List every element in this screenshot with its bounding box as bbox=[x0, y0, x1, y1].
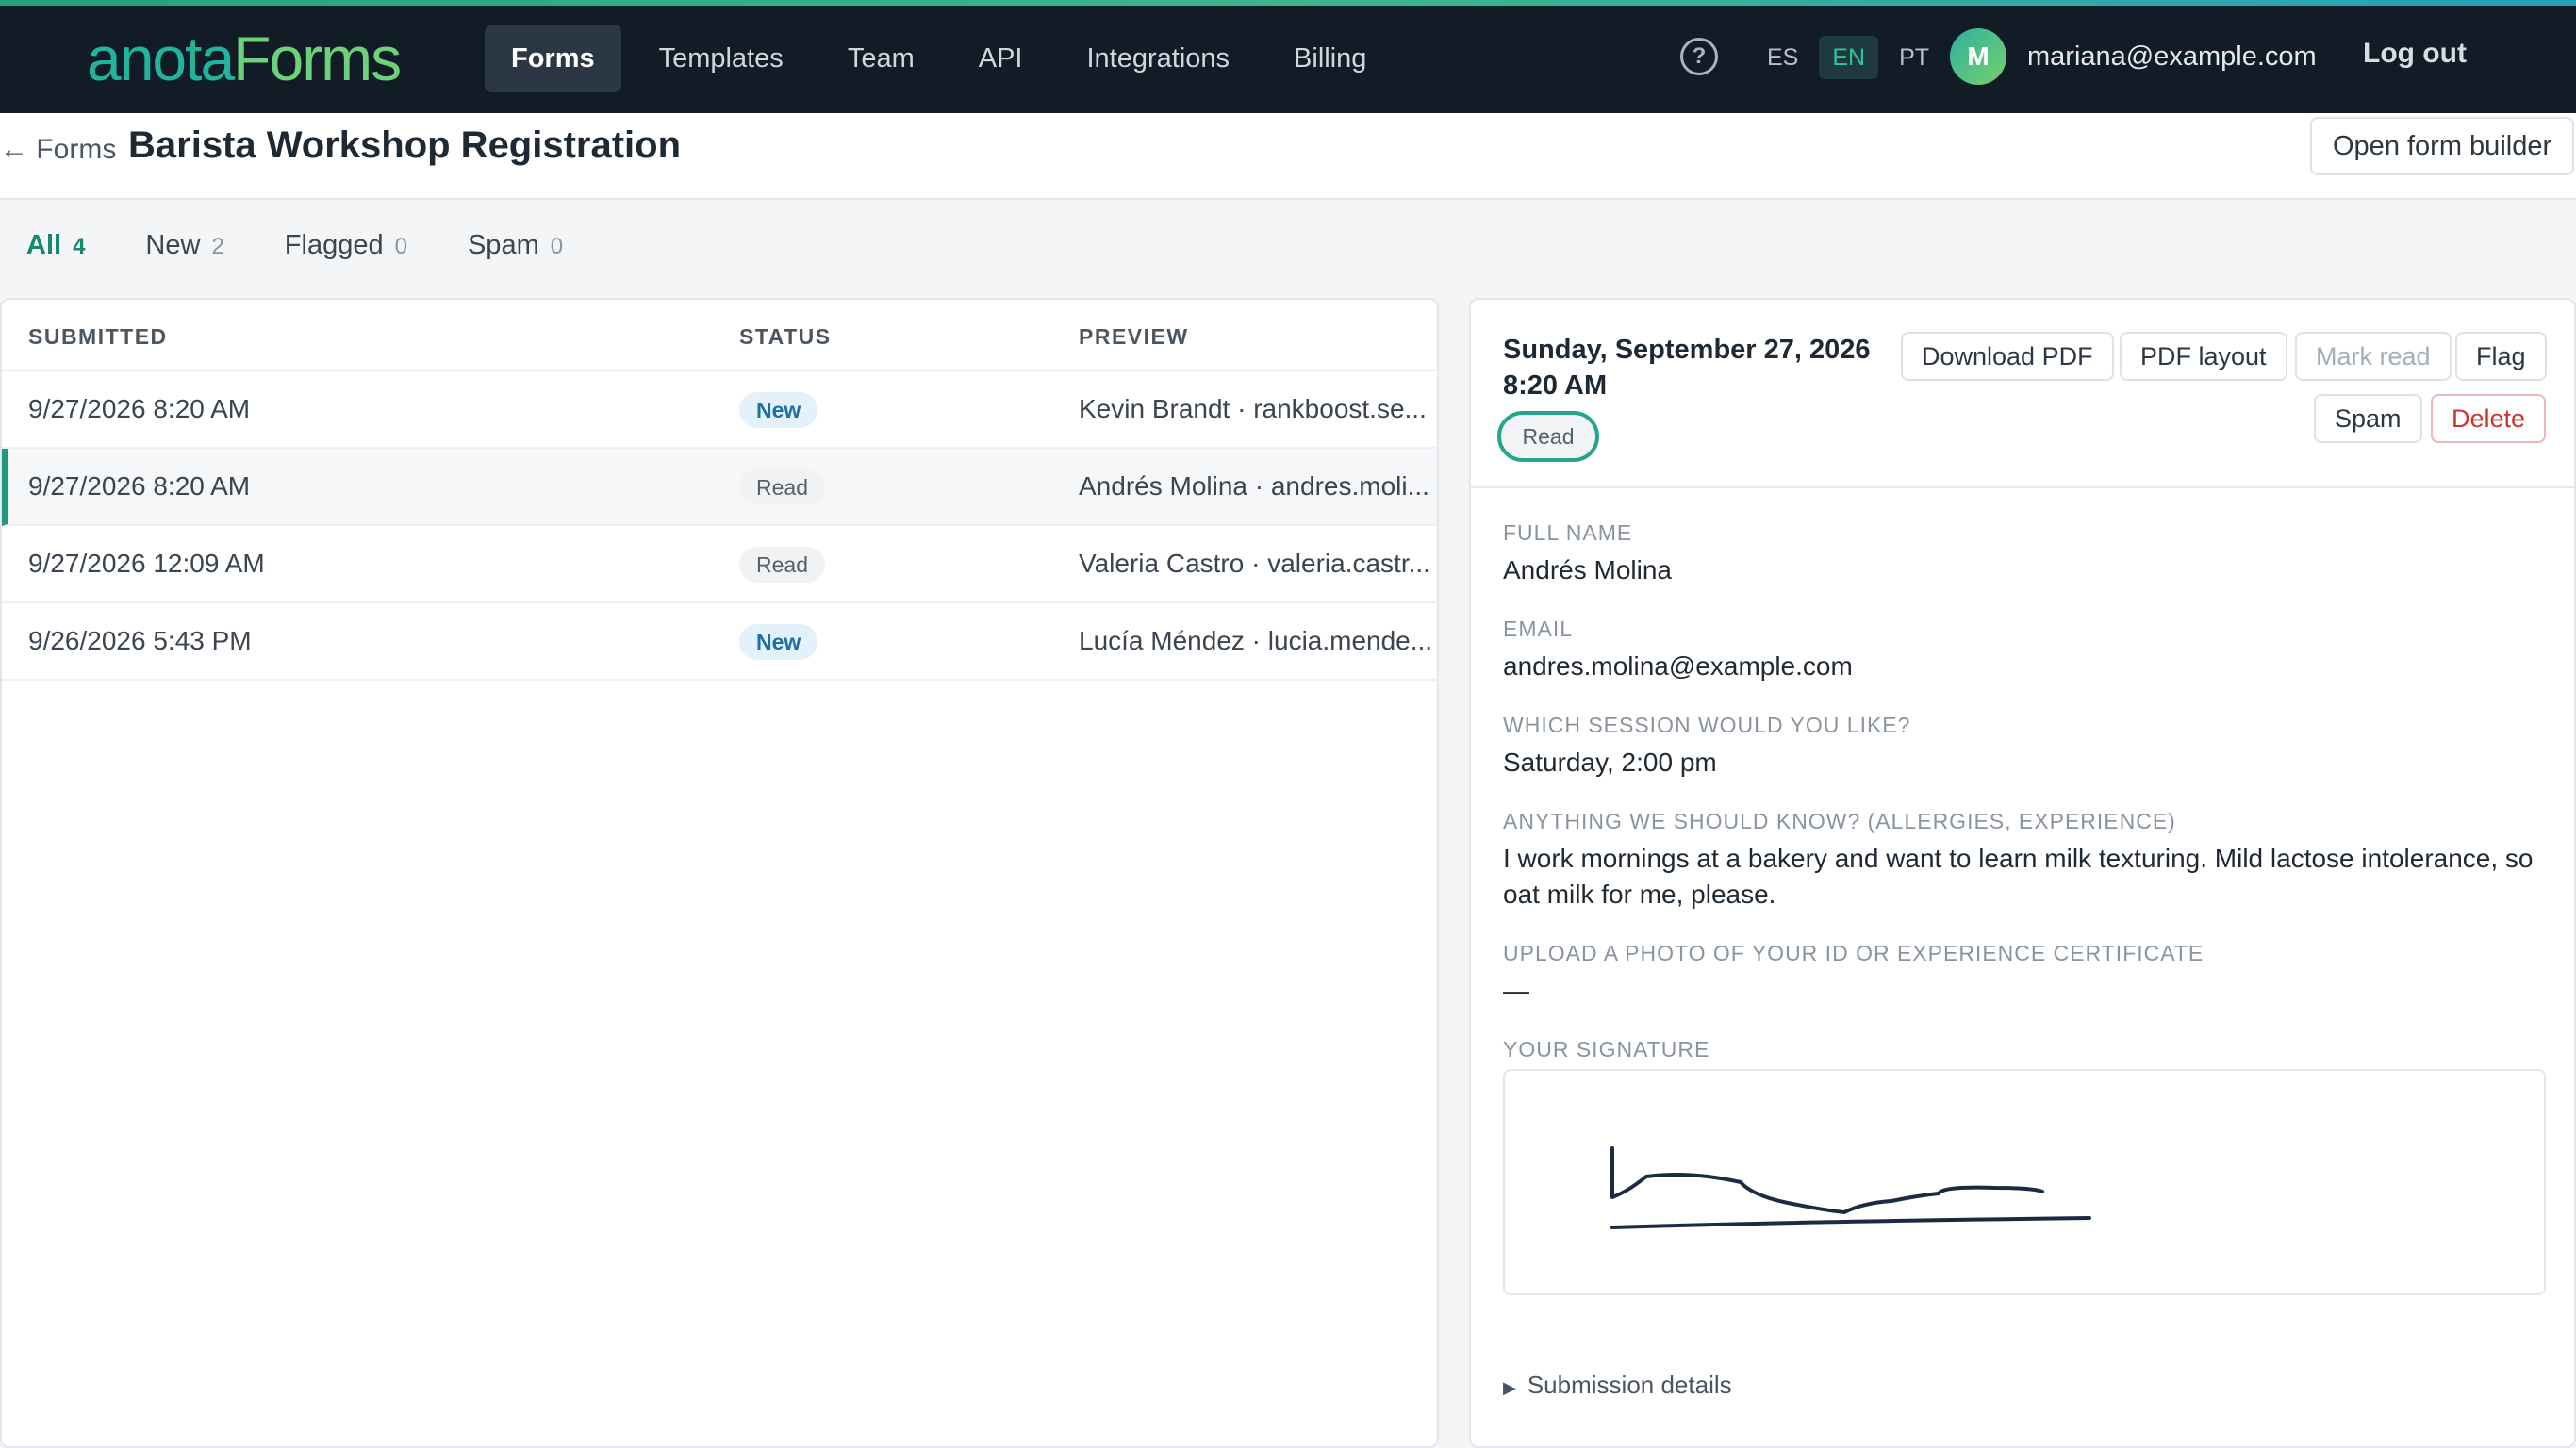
lang-es[interactable]: ES bbox=[1754, 36, 1811, 79]
back-to-forms-link[interactable]: ← Forms bbox=[0, 134, 116, 166]
tab-new[interactable]: New 2 bbox=[145, 230, 223, 261]
column-header-preview[interactable]: PREVIEW bbox=[1079, 324, 1189, 350]
preview-cell: Andrés Molina · andres.moli... bbox=[1079, 471, 1429, 501]
submissions-table: SUBMITTED STATUS PREVIEW 9/27/2026 8:20 … bbox=[0, 298, 1439, 1448]
field-label-full-name: FULL NAME bbox=[1503, 520, 1633, 545]
column-header-status[interactable]: STATUS bbox=[739, 324, 832, 350]
submission-filter-tabs: All 4 New 2 Flagged 0 Spam 0 bbox=[26, 230, 563, 261]
tab-label: All bbox=[26, 230, 62, 260]
status-badge: Read bbox=[739, 469, 825, 505]
divider bbox=[1471, 486, 2574, 488]
mark-read-button[interactable]: Mark read bbox=[2295, 332, 2452, 381]
preview-cell: Kevin Brandt · rankboost.se... bbox=[1079, 394, 1427, 423]
submission-detail-panel: Sunday, September 27, 2026 8:20 AM Read … bbox=[1469, 298, 2576, 1448]
main-nav: Forms Templates Team API Integrations Bi… bbox=[485, 25, 1393, 92]
submitted-cell: 9/27/2026 8:20 AM bbox=[28, 394, 251, 423]
status-badge: New bbox=[739, 624, 818, 660]
submission-details-label: Submission details bbox=[1527, 1371, 1732, 1399]
language-switcher: ES EN PT bbox=[1754, 36, 1942, 79]
question-circle-icon[interactable]: ? bbox=[1680, 38, 1718, 75]
submitted-cell: 9/26/2026 5:43 PM bbox=[28, 626, 252, 655]
nav-item-team[interactable]: Team bbox=[821, 25, 941, 92]
tab-count: 0 bbox=[394, 234, 407, 259]
field-label-notes: ANYTHING WE SHOULD KNOW? (ALLERGIES, EXP… bbox=[1503, 809, 2176, 833]
submission-details-toggle[interactable]: ▶ Submission details bbox=[1503, 1371, 1732, 1400]
signature-box bbox=[1503, 1069, 2546, 1295]
field-value-notes: I work mornings at a bakery and want to … bbox=[1503, 844, 2534, 909]
column-header-submitted[interactable]: SUBMITTED bbox=[28, 324, 168, 350]
field-label-session: WHICH SESSION WOULD YOU LIKE? bbox=[1503, 713, 1911, 737]
status-badge: New bbox=[739, 392, 818, 428]
nav-item-api[interactable]: API bbox=[952, 25, 1049, 92]
tab-label: Flagged bbox=[284, 230, 384, 260]
signature-image bbox=[1610, 1146, 2091, 1229]
nav-item-forms[interactable]: Forms bbox=[485, 25, 621, 92]
nav-item-billing[interactable]: Billing bbox=[1267, 25, 1393, 92]
open-form-builder-button[interactable]: Open form builder bbox=[2310, 117, 2575, 175]
tab-all[interactable]: All 4 bbox=[26, 230, 85, 261]
nav-item-integrations[interactable]: Integrations bbox=[1060, 25, 1256, 92]
status-badge: Read bbox=[739, 547, 825, 583]
top-navigation-bar: anotaForms Forms Templates Team API Inte… bbox=[0, 0, 2576, 113]
field-value-upload: — bbox=[1503, 976, 1529, 1005]
table-row[interactable]: 9/27/2026 8:20 AM Read Andrés Molina · a… bbox=[2, 449, 1437, 526]
lang-pt[interactable]: PT bbox=[1886, 36, 1942, 79]
field-value-email: andres.molina@example.com bbox=[1503, 651, 1853, 681]
table-row[interactable]: 9/27/2026 8:20 AM New Kevin Brandt · ran… bbox=[2, 371, 1437, 449]
user-email[interactable]: mariana@example.com bbox=[2027, 41, 2317, 73]
nav-item-templates[interactable]: Templates bbox=[633, 25, 810, 92]
logo-text-part1: anota bbox=[87, 24, 235, 93]
tab-count: 0 bbox=[550, 234, 564, 259]
tab-flagged[interactable]: Flagged 0 bbox=[285, 230, 407, 261]
field-label-email: EMAIL bbox=[1503, 617, 1574, 641]
tab-count: 2 bbox=[211, 234, 224, 259]
tab-spam[interactable]: Spam 0 bbox=[468, 230, 563, 261]
flag-button[interactable]: Flag bbox=[2455, 332, 2547, 381]
table-row[interactable]: 9/26/2026 5:43 PM New Lucía Méndez · luc… bbox=[2, 603, 1437, 681]
submission-date-line1: Sunday, September 27, 2026 bbox=[1503, 335, 1871, 365]
field-label-upload: UPLOAD A PHOTO OF YOUR ID OR EXPERIENCE … bbox=[1503, 941, 2204, 965]
lang-en[interactable]: EN bbox=[1819, 36, 1879, 79]
submission-date: Sunday, September 27, 2026 8:20 AM bbox=[1503, 332, 1908, 403]
table-row[interactable]: 9/27/2026 12:09 AM Read Valeria Castro ·… bbox=[2, 526, 1437, 603]
avatar[interactable]: M bbox=[1950, 28, 2006, 85]
tab-label: Spam bbox=[467, 230, 539, 260]
submitted-cell: 9/27/2026 12:09 AM bbox=[28, 549, 265, 578]
logo-text-part2: Forms bbox=[233, 24, 402, 93]
preview-cell: Lucía Méndez · lucia.mende... bbox=[1079, 626, 1433, 655]
caret-right-icon: ▶ bbox=[1503, 1378, 1516, 1397]
pdf-layout-button[interactable]: PDF layout bbox=[2120, 332, 2287, 381]
field-value-full-name: Andrés Molina bbox=[1503, 555, 1672, 584]
tab-label: New bbox=[145, 230, 201, 260]
tab-count: 4 bbox=[73, 234, 86, 259]
delete-button[interactable]: Delete bbox=[2431, 394, 2547, 443]
spam-button[interactable]: Spam bbox=[2314, 394, 2422, 443]
preview-cell: Valeria Castro · valeria.castr... bbox=[1079, 549, 1430, 578]
submission-time: 8:20 AM bbox=[1503, 370, 1608, 401]
status-badge[interactable]: Read bbox=[1497, 411, 1599, 462]
page-header: ← Forms Barista Workshop Registration Op… bbox=[0, 113, 2576, 200]
field-value-session: Saturday, 2:00 pm bbox=[1503, 748, 1717, 777]
download-pdf-button[interactable]: Download PDF bbox=[1901, 332, 2114, 381]
table-header: SUBMITTED STATUS PREVIEW bbox=[2, 300, 1437, 371]
page-title: Barista Workshop Registration bbox=[128, 124, 682, 166]
accent-line bbox=[0, 0, 2576, 6]
app-logo[interactable]: anotaForms bbox=[87, 23, 402, 94]
submitted-cell: 9/27/2026 8:20 AM bbox=[28, 471, 251, 501]
field-label-signature: YOUR SIGNATURE bbox=[1503, 1037, 1710, 1061]
logout-button[interactable]: Log out bbox=[2363, 38, 2467, 70]
